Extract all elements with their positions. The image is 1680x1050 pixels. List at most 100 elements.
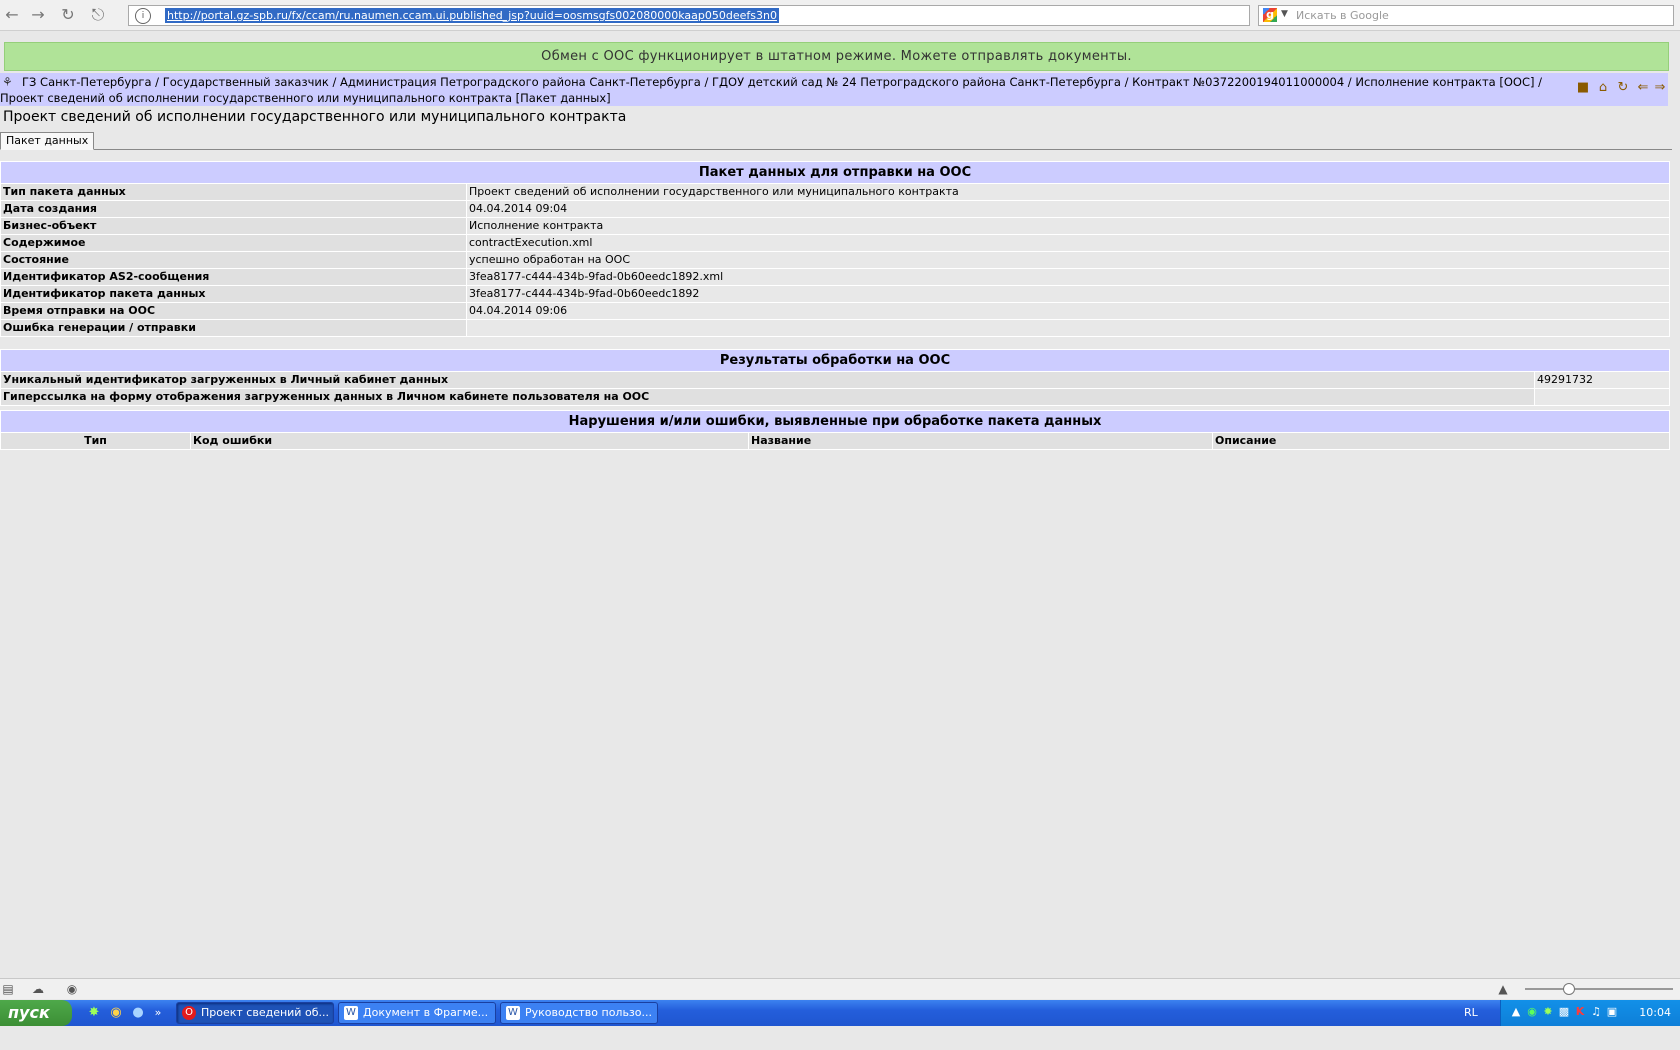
arrow-up-icon[interactable]: ▲ <box>1495 981 1511 997</box>
field-label: Тип пакета данных <box>0 183 467 201</box>
breadcrumb-actions: ■ ⌂ ↻ ⇐ ⇒ <box>1568 73 1668 106</box>
task-word-document[interactable]: W Документ в Фрагме... <box>338 1002 496 1024</box>
start-button[interactable]: пуск <box>0 1000 72 1026</box>
field-label: Уникальный идентификатор загруженных в Л… <box>0 371 1535 389</box>
table-row: Ошибка генерации / отправки <box>0 319 1670 337</box>
field-label: Ошибка генерации / отправки <box>0 319 467 337</box>
violations-section-header: Нарушения и/или ошибки, выявленные при о… <box>0 410 1670 433</box>
language-indicator[interactable]: RL <box>1464 1000 1478 1026</box>
field-value: Проект сведений об исполнении государств… <box>466 183 1670 201</box>
tray-antivirus-icon[interactable]: ◉ <box>1525 1005 1539 1019</box>
search-input[interactable]: g ▼ Искать в Google <box>1258 5 1674 26</box>
column-header-error-code[interactable]: Код ошибки <box>190 432 749 450</box>
panel-toggle-icon[interactable]: ▤ <box>0 981 16 997</box>
column-header-name[interactable]: Название <box>748 432 1213 450</box>
field-value: contractExecution.xml <box>466 234 1670 252</box>
field-label: Дата создания <box>0 200 467 218</box>
chevron-right-icon[interactable]: » <box>150 1005 166 1021</box>
field-value: 3fea8177-c444-434b-9fad-0b60eedc1892.xml <box>466 268 1670 286</box>
package-section-header: Пакет данных для отправки на ООС <box>0 161 1670 184</box>
tab-data-package[interactable]: Пакет данных <box>0 132 95 150</box>
browser-toolbar: ← → ↻ ⎋ i http://portal.gz-spb.ru/fx/cca… <box>0 0 1680 31</box>
chrome-icon[interactable]: ◉ <box>108 1005 124 1021</box>
tab-strip: Пакет данных <box>0 131 1672 150</box>
package-table: Пакет данных для отправки на ООС Тип пак… <box>0 161 1670 337</box>
task-opera[interactable]: O Проект сведений об... <box>176 1002 334 1024</box>
browser-icon[interactable]: ● <box>130 1005 146 1021</box>
field-value: 49291732 <box>1534 371 1670 389</box>
arrow-right-icon[interactable]: ⇒ <box>1651 79 1669 97</box>
field-value[interactable] <box>1534 388 1670 406</box>
table-row: Тип пакета данных Проект сведений об испо… <box>0 183 1670 201</box>
cloud-icon[interactable]: ☁ <box>30 981 46 997</box>
system-tray: ▲ ◉ ✸ ▩ K ♫ ▣ 10:04 <box>1500 1000 1680 1026</box>
field-value: успешно обработан на ООС <box>466 251 1670 269</box>
results-section-header: Результаты обработки на ООС <box>0 349 1670 372</box>
tray-network-icon[interactable]: ▩ <box>1557 1005 1571 1019</box>
table-row: Время отправки на ООС 04.04.2014 09:06 <box>0 302 1670 320</box>
violations-table: Нарушения и/или ошибки, выявленные при о… <box>0 410 1670 450</box>
column-header-type[interactable]: Тип <box>0 432 191 450</box>
field-label: Идентификатор пакета данных <box>0 285 467 303</box>
google-icon[interactable]: g <box>1263 8 1277 22</box>
tray-shield-icon[interactable]: ▲ <box>1509 1005 1523 1019</box>
tray-kaspersky-icon[interactable]: K <box>1573 1005 1587 1019</box>
breadcrumb: ⚘ ГЗ Санкт-Петербурга / Государственный … <box>0 73 1568 106</box>
refresh-icon[interactable]: ↻ <box>1614 79 1632 97</box>
arrow-left-icon[interactable]: ⇐ <box>1634 79 1652 97</box>
key-icon[interactable]: ⎋ <box>88 5 108 25</box>
field-label: Содержимое <box>0 234 467 252</box>
field-label: Гиперссылка на форму отображения загруже… <box>0 388 1535 406</box>
clock[interactable]: 10:04 <box>1639 1000 1671 1026</box>
table-header-row: Тип Код ошибки Название Описание <box>0 432 1670 450</box>
reload-icon[interactable]: ↻ <box>58 5 78 25</box>
browser-statusbar: ▤ ☁ ◉ ▲ <box>0 978 1680 999</box>
field-value: 3fea8177-c444-434b-9fad-0b60eedc1892 <box>466 285 1670 303</box>
field-label: Идентификатор AS2-сообщения <box>0 268 467 286</box>
zoom-slider[interactable] <box>1525 983 1673 995</box>
folder-icon[interactable]: ■ <box>1574 79 1592 97</box>
field-label: Состояние <box>0 251 467 269</box>
task-user-guide[interactable]: W Руководство пользо... <box>500 1002 658 1024</box>
tray-app-icon[interactable]: ✸ <box>1541 1005 1555 1019</box>
breadcrumb-text[interactable]: ГЗ Санкт-Петербурга / Государственный за… <box>0 74 1565 106</box>
page-title: Проект сведений об исполнении государств… <box>3 109 627 125</box>
field-value: Исполнение контракта <box>466 217 1670 235</box>
task-label: Документ в Фрагме... <box>363 1006 489 1019</box>
forward-arrow-icon[interactable]: → <box>28 5 48 25</box>
camera-icon[interactable]: ◉ <box>64 981 80 997</box>
field-value <box>466 319 1670 337</box>
opera-icon: O <box>182 1006 196 1020</box>
task-label: Проект сведений об... <box>201 1006 329 1019</box>
zoom-slider-knob[interactable] <box>1563 983 1575 995</box>
table-row: Гиперссылка на форму отображения загруже… <box>0 388 1670 406</box>
table-row: Содержимое contractExecution.xml <box>0 234 1670 252</box>
tray-volume-icon[interactable]: ♫ <box>1589 1005 1603 1019</box>
column-header-description[interactable]: Описание <box>1212 432 1670 450</box>
field-value: 04.04.2014 09:06 <box>466 302 1670 320</box>
task-label: Руководство пользо... <box>525 1006 653 1019</box>
taskbar: пуск ✸ ◉ ● » O Проект сведений об... W Д… <box>0 1000 1680 1026</box>
field-value: 04.04.2014 09:04 <box>466 200 1670 218</box>
back-arrow-icon[interactable]: ← <box>2 5 22 25</box>
address-bar[interactable]: i http://portal.gz-spb.ru/fx/ccam/ru.nau… <box>128 5 1250 26</box>
status-banner: Обмен с ООС функционирует в штатном режи… <box>4 42 1669 71</box>
results-table: Результаты обработки на ООС Уникальный и… <box>0 349 1670 406</box>
tray-monitor-icon[interactable]: ▣ <box>1605 1005 1619 1019</box>
table-row: Состояние успешно обработан на ООС <box>0 251 1670 269</box>
field-label: Бизнес-объект <box>0 217 467 235</box>
table-row: Дата создания 04.04.2014 09:04 <box>0 200 1670 218</box>
word-icon: W <box>344 1006 358 1020</box>
home-icon[interactable]: ⌂ <box>1594 79 1612 97</box>
table-row: Бизнес-объект Исполнение контракта <box>0 217 1670 235</box>
table-row: Уникальный идентификатор загруженных в Л… <box>0 371 1670 389</box>
field-label: Время отправки на ООС <box>0 302 467 320</box>
search-placeholder: Искать в Google <box>1296 9 1389 22</box>
site-info-icon[interactable]: i <box>135 8 151 24</box>
table-row: Идентификатор AS2-сообщения 3fea8177-c444… <box>0 268 1670 286</box>
word-icon: W <box>506 1006 520 1020</box>
quicklaunch-icon[interactable]: ✸ <box>86 1005 102 1021</box>
table-row: Идентификатор пакета данных 3fea8177-c444… <box>0 285 1670 303</box>
chevron-down-icon[interactable]: ▼ <box>1281 9 1288 19</box>
url-text[interactable]: http://portal.gz-spb.ru/fx/ccam/ru.naume… <box>165 8 779 23</box>
